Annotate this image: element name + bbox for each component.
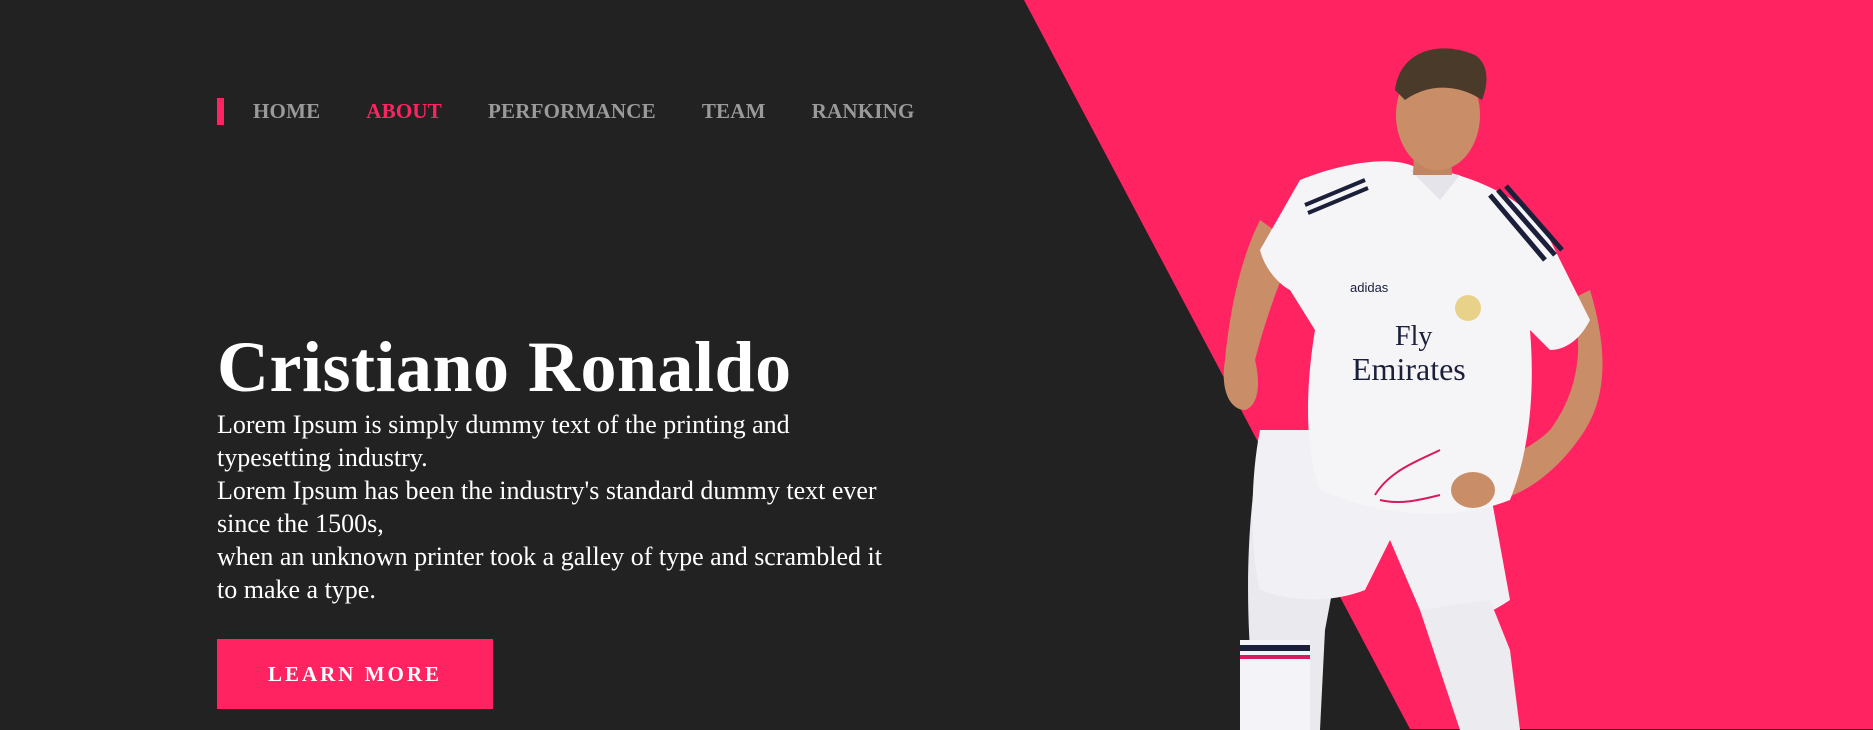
hero-description-line: Lorem Ipsum has been the industry's stan… xyxy=(217,476,877,538)
adidas-logo-text: adidas xyxy=(1350,280,1389,295)
nav-item-performance[interactable]: PERFORMANCE xyxy=(488,99,656,124)
nav-item-home[interactable]: HOME xyxy=(253,99,320,124)
nav-active-marker xyxy=(217,97,224,125)
hero-description-line: when an unknown printer took a galley of… xyxy=(217,542,882,604)
nav-item-team[interactable]: TEAM xyxy=(702,99,766,124)
player-photo: adidas Fly Emirates xyxy=(1223,48,1603,730)
main-nav: HOME ABOUT PERFORMANCE TEAM RANKING xyxy=(217,96,961,126)
hero-description-line: Lorem Ipsum is simply dummy text of the … xyxy=(217,410,790,472)
learn-more-button[interactable]: LEARN MORE xyxy=(217,639,493,709)
hero-description: Lorem Ipsum is simply dummy text of the … xyxy=(217,408,917,606)
hero-section: Cristiano Ronaldo Lorem Ipsum is simply … xyxy=(217,330,917,606)
nav-item-about[interactable]: ABOUT xyxy=(366,99,442,124)
sponsor-text-emirates: Emirates xyxy=(1352,351,1466,387)
hero-title: Cristiano Ronaldo xyxy=(217,327,792,407)
sponsor-text-fly: Fly xyxy=(1395,321,1432,352)
nav-item-ranking[interactable]: RANKING xyxy=(812,99,915,124)
